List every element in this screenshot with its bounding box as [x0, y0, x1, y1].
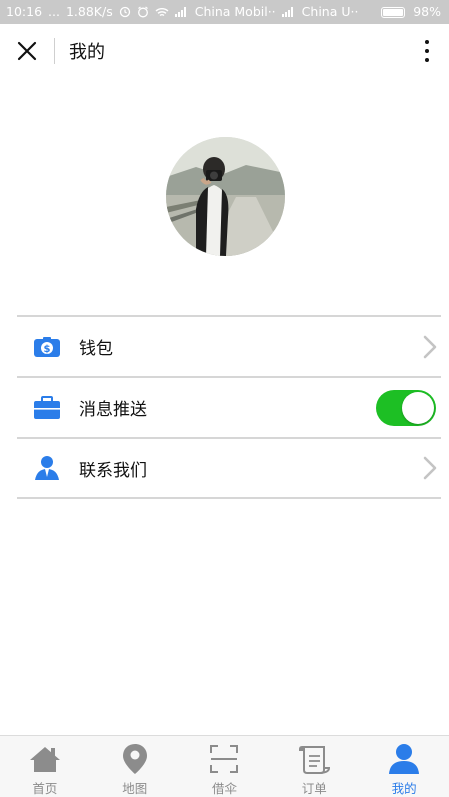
avatar-photo — [166, 137, 285, 256]
page-title: 我的 — [69, 42, 105, 63]
contact-person-icon — [17, 439, 77, 497]
menu-item-contact-us[interactable]: 联系我们 — [17, 437, 441, 499]
menu-item-push-notifications: 消息推送 — [17, 376, 441, 437]
status-battery: 98% — [413, 4, 441, 19]
toggle-knob — [402, 391, 434, 424]
status-carrier-1: China Mobil·· — [194, 4, 276, 19]
tab-label: 订单 — [301, 781, 327, 796]
more-button[interactable] — [405, 24, 449, 78]
push-toggle[interactable] — [376, 389, 436, 426]
menu-item-label: 联系我们 — [79, 460, 147, 481]
map-pin-icon — [117, 742, 153, 776]
status-dots: ... — [48, 4, 60, 19]
status-time: 10:16 — [6, 4, 43, 19]
header: 我的 — [0, 24, 449, 78]
battery-icon — [381, 6, 406, 18]
signal-icon — [174, 7, 189, 17]
scroll-icon — [296, 742, 332, 776]
status-carrier-2: China U·· — [301, 4, 359, 19]
alarm-icon — [119, 6, 131, 18]
signal-icon — [281, 7, 296, 17]
status-bar: 10:16 ... 1.88K/s China Mobil·· China U·… — [0, 0, 449, 24]
menu-item-wallet[interactable]: $ 钱包 — [17, 315, 441, 376]
tab-label: 借伞 — [211, 781, 237, 796]
tab-orders[interactable]: 订单 — [269, 736, 359, 797]
tab-mine[interactable]: 我的 — [359, 736, 449, 797]
tab-map[interactable]: 地图 — [90, 736, 180, 797]
tab-home[interactable]: 首页 — [0, 736, 90, 797]
close-icon — [17, 41, 37, 61]
person-icon — [386, 742, 422, 776]
more-vertical-icon — [425, 40, 429, 44]
avatar[interactable] — [166, 137, 285, 256]
close-button[interactable] — [0, 24, 54, 78]
scan-icon — [206, 742, 242, 776]
menu-item-label: 钱包 — [79, 339, 113, 359]
header-divider — [54, 38, 55, 64]
tab-label: 地图 — [122, 781, 148, 796]
bottom-tab-bar: 首页 地图 借伞 订单 我的 — [0, 735, 449, 797]
wallet-icon: $ — [17, 317, 77, 376]
settings-menu: $ 钱包 消息推送 联系我们 — [17, 315, 441, 499]
chevron-right-icon — [423, 335, 437, 358]
svg-text:$: $ — [44, 344, 51, 355]
tab-label: 我的 — [391, 781, 417, 796]
menu-item-label: 消息推送 — [79, 400, 147, 420]
status-speed: 1.88K/s — [65, 4, 113, 19]
briefcase-icon — [17, 378, 77, 437]
wifi-icon — [155, 7, 169, 18]
tab-borrow-umbrella[interactable]: 借伞 — [180, 736, 270, 797]
home-icon — [27, 742, 63, 776]
chevron-right-icon — [423, 456, 437, 480]
tab-label: 首页 — [32, 781, 58, 796]
clock-icon — [137, 6, 149, 18]
